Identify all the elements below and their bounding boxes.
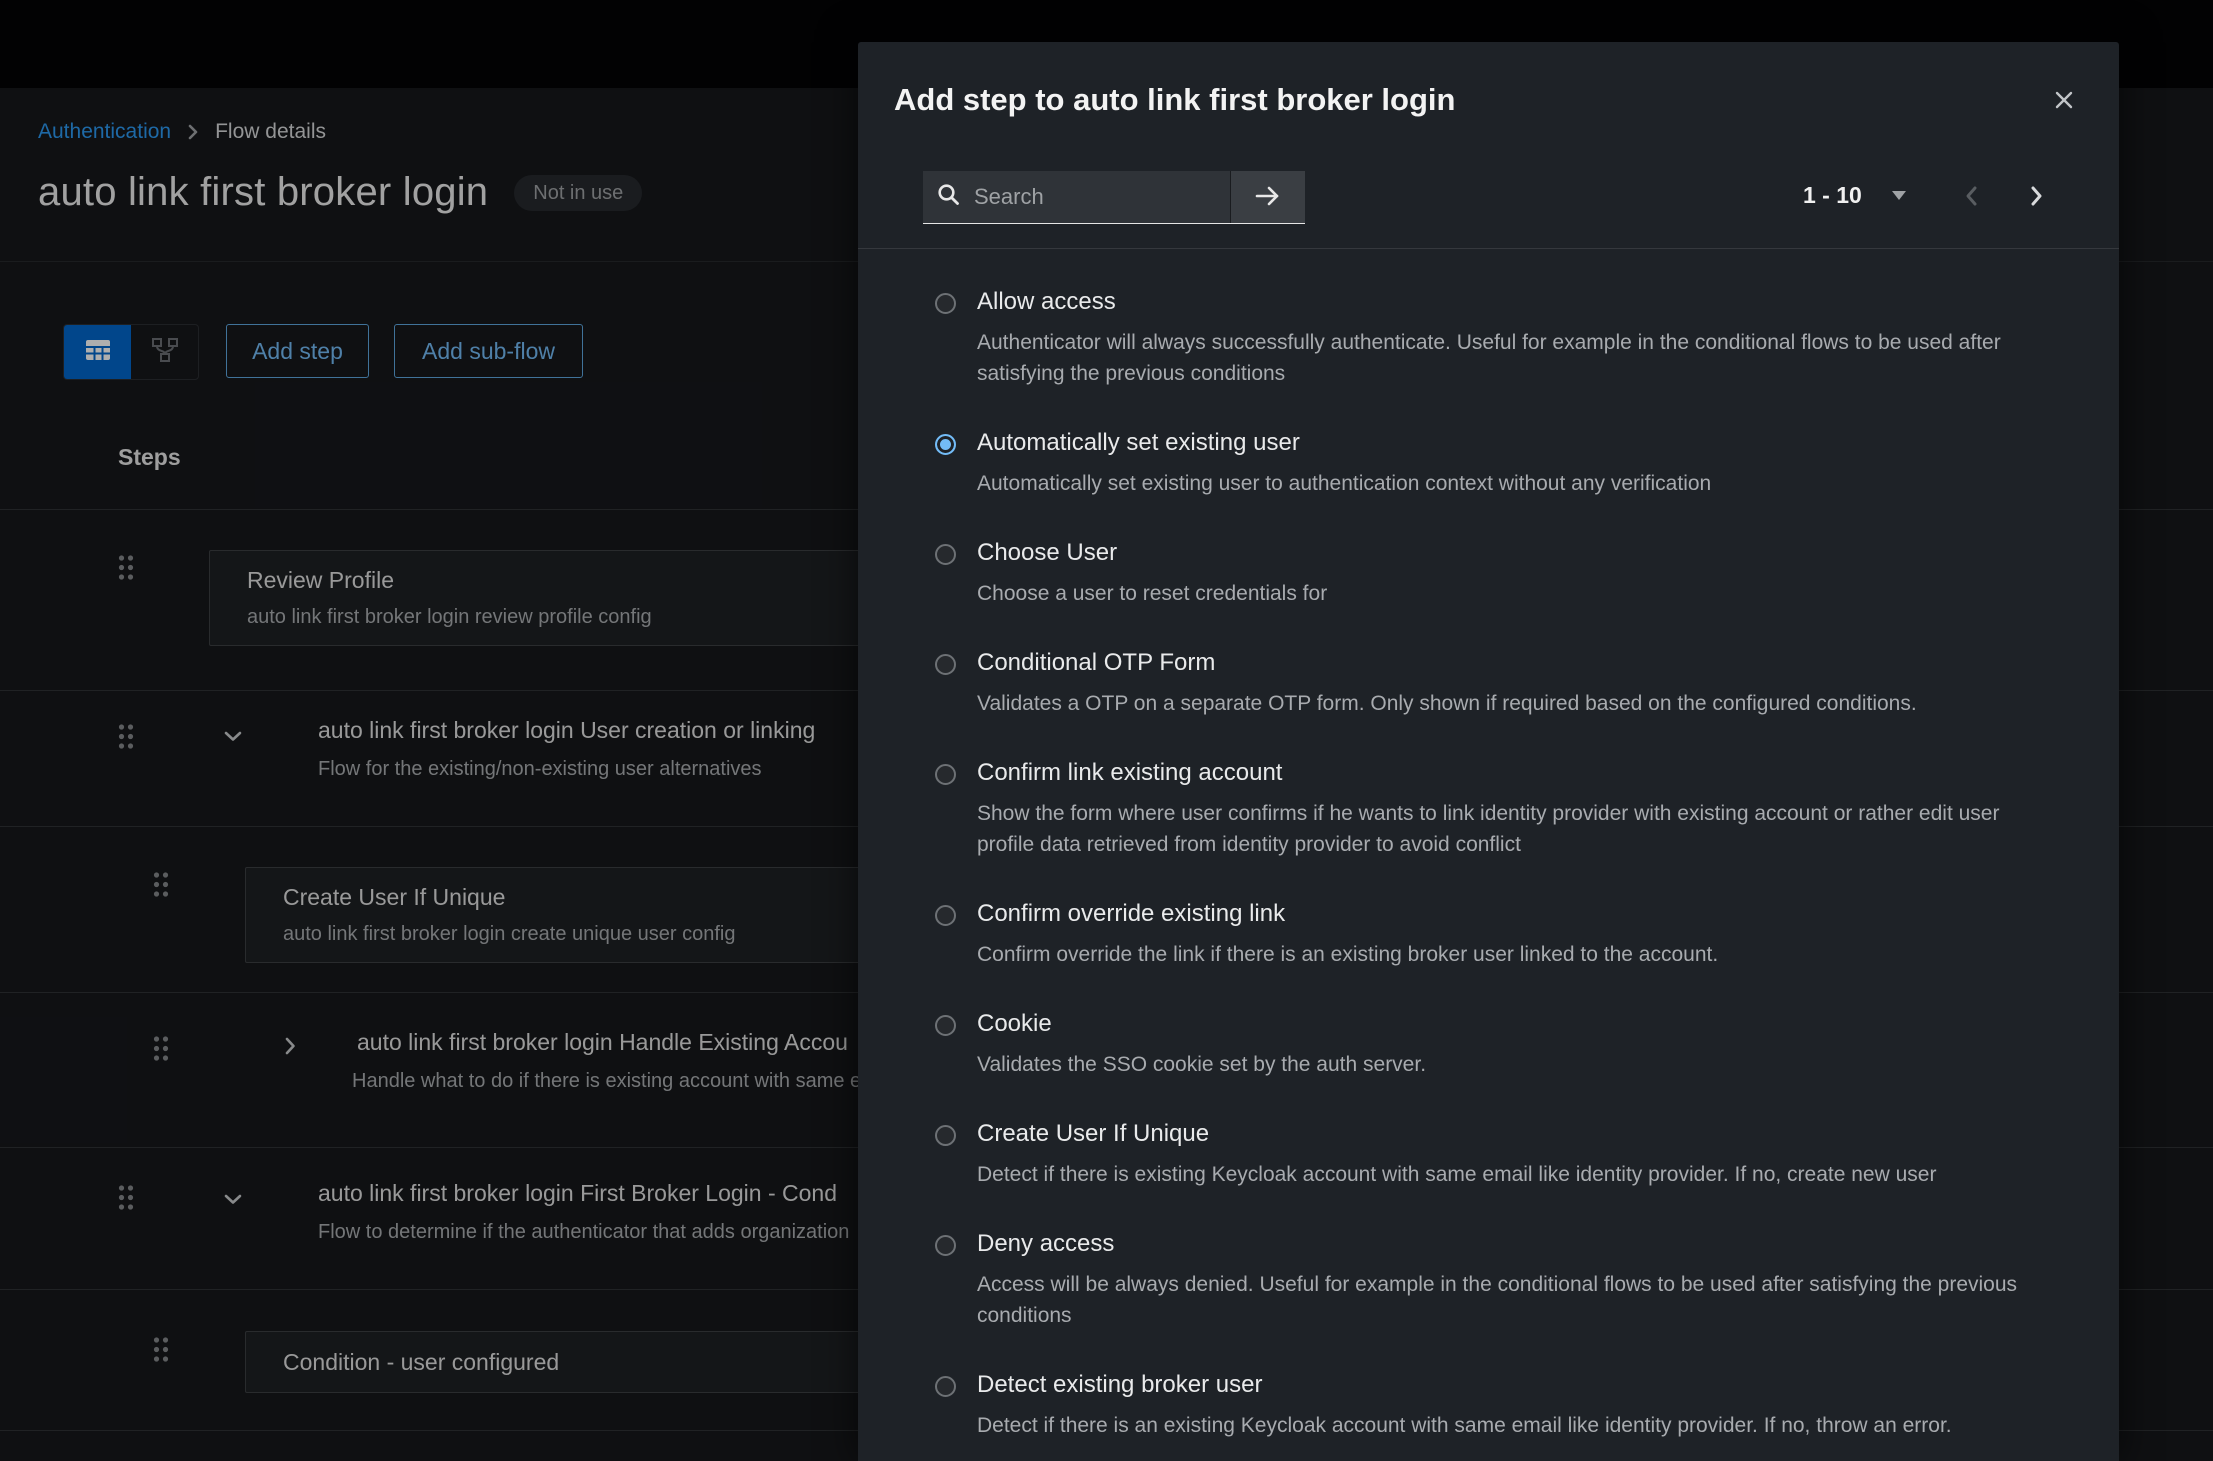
radio-button[interactable]	[935, 1125, 956, 1146]
option-allow-access[interactable]: Allow access Authenticator will always s…	[935, 287, 2024, 389]
pagination-prev-button[interactable]	[1964, 185, 1978, 207]
radio-button[interactable]	[935, 1015, 956, 1036]
step-options-list: Allow access Authenticator will always s…	[858, 287, 2119, 1461]
option-label: Allow access	[977, 287, 2024, 317]
option-label: Detect existing broker user	[977, 1370, 1952, 1400]
close-button[interactable]	[2051, 88, 2077, 114]
arrow-right-icon	[1253, 185, 1283, 210]
pagination-next-button[interactable]	[2030, 185, 2044, 207]
pagination-range: 1 - 10	[1803, 182, 1862, 209]
radio-button-selected[interactable]	[935, 434, 956, 455]
option-description: Show the form where user confirms if he …	[977, 798, 2024, 860]
option-label: Confirm link existing account	[977, 758, 2024, 788]
option-description: Validates a OTP on a separate OTP form. …	[977, 688, 1917, 719]
option-detect-existing-broker-user[interactable]: Detect existing broker user Detect if th…	[935, 1370, 2024, 1441]
option-description: Detect if there is existing Keycloak acc…	[977, 1159, 1936, 1190]
radio-button[interactable]	[935, 293, 956, 314]
add-step-modal: Add step to auto link first broker login…	[858, 42, 2119, 1461]
option-description: Access will be always denied. Useful for…	[977, 1269, 2024, 1331]
option-confirm-override-existing-link[interactable]: Confirm override existing link Confirm o…	[935, 899, 2024, 970]
option-confirm-link-existing-account[interactable]: Confirm link existing account Show the f…	[935, 758, 2024, 860]
pagination: 1 - 10	[1803, 182, 2044, 209]
search-field	[923, 171, 1230, 223]
option-label: Automatically set existing user	[977, 428, 1711, 458]
pagination-caret-icon[interactable]	[1892, 191, 1906, 200]
option-label: Create User If Unique	[977, 1119, 1936, 1149]
radio-button[interactable]	[935, 905, 956, 926]
modal-divider	[858, 248, 2119, 249]
radio-button[interactable]	[935, 654, 956, 675]
option-deny-access[interactable]: Deny access Access will be always denied…	[935, 1229, 2024, 1331]
search-icon	[937, 183, 960, 211]
option-cookie[interactable]: Cookie Validates the SSO cookie set by t…	[935, 1009, 2024, 1080]
screen: Authentication Flow details auto link fi…	[0, 0, 2213, 1461]
radio-button[interactable]	[935, 764, 956, 785]
option-description: Validates the SSO cookie set by the auth…	[977, 1049, 1426, 1080]
close-icon	[2054, 90, 2074, 113]
option-label: Confirm override existing link	[977, 899, 1718, 929]
modal-title: Add step to auto link first broker login	[894, 82, 1455, 118]
option-description: Confirm override the link if there is an…	[977, 939, 1718, 970]
option-label: Cookie	[977, 1009, 1426, 1039]
search-group	[923, 171, 1305, 224]
option-label: Conditional OTP Form	[977, 648, 1917, 678]
option-description: Detect if there is an existing Keycloak …	[977, 1410, 1952, 1441]
radio-button[interactable]	[935, 544, 956, 565]
option-label: Deny access	[977, 1229, 2024, 1259]
option-description: Choose a user to reset credentials for	[977, 578, 1327, 609]
option-description: Authenticator will always successfully a…	[977, 327, 2024, 389]
option-conditional-otp-form[interactable]: Conditional OTP Form Validates a OTP on …	[935, 648, 2024, 719]
option-automatically-set-existing-user[interactable]: Automatically set existing user Automati…	[935, 428, 2024, 499]
radio-button[interactable]	[935, 1376, 956, 1397]
radio-button[interactable]	[935, 1235, 956, 1256]
option-create-user-if-unique[interactable]: Create User If Unique Detect if there is…	[935, 1119, 2024, 1190]
option-choose-user[interactable]: Choose User Choose a user to reset crede…	[935, 538, 2024, 609]
option-label: Choose User	[977, 538, 1327, 568]
search-submit-button[interactable]	[1230, 171, 1305, 223]
option-description: Automatically set existing user to authe…	[977, 468, 1711, 499]
search-input[interactable]	[972, 183, 1216, 211]
